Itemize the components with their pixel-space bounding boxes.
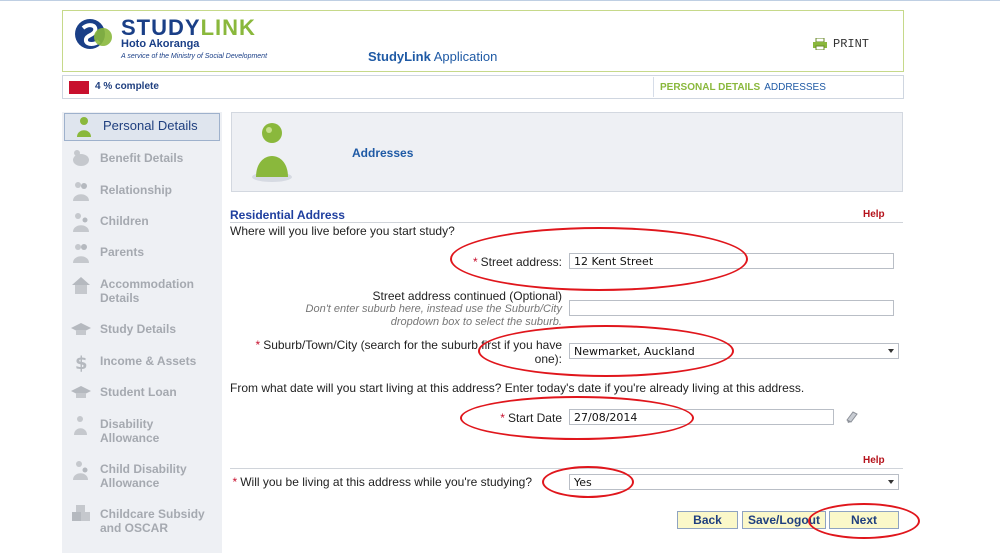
sidebar-item-label: Accommodation Details bbox=[100, 277, 195, 305]
print-label: PRINT bbox=[833, 37, 870, 51]
piggy-bank-icon bbox=[73, 150, 89, 166]
site-header: STUDYLINK Hoto Akoranga A service of the… bbox=[62, 10, 904, 72]
parents-icon bbox=[73, 244, 89, 263]
back-button[interactable]: Back bbox=[677, 511, 738, 529]
living-select-value: Yes bbox=[574, 476, 592, 489]
sidebar-item-parents[interactable]: Parents bbox=[62, 242, 222, 264]
street-address-continued-label: Street address continued (Optional) bbox=[372, 289, 562, 303]
calendar-icon[interactable] bbox=[845, 410, 859, 424]
save-logout-button[interactable]: Save/Logout bbox=[742, 511, 826, 529]
couple-icon bbox=[73, 182, 89, 201]
breadcrumb-current: PERSONAL DETAILS bbox=[660, 82, 761, 93]
dollar-icon: $ bbox=[75, 353, 88, 373]
printer-icon bbox=[813, 38, 827, 50]
date-question: From what date will you start living at … bbox=[230, 381, 805, 395]
sidebar-item-benefit-details[interactable]: Benefit Details bbox=[62, 148, 222, 170]
sidebar-item-label: Children bbox=[100, 214, 149, 228]
sidebar-item-relationship[interactable]: Relationship bbox=[62, 180, 222, 202]
svg-text:$: $ bbox=[75, 353, 88, 373]
help-link[interactable]: Help bbox=[863, 209, 885, 220]
progress-text: 4 % complete bbox=[95, 81, 159, 92]
breadcrumb-next[interactable]: ADDRESSES bbox=[764, 82, 826, 93]
sidebar-item-child-disability-allowance[interactable]: Child Disability Allowance bbox=[62, 459, 222, 490]
blocks-icon bbox=[72, 505, 90, 521]
sidebar-item-student-loan[interactable]: Student Loan bbox=[62, 382, 222, 404]
person-icon bbox=[77, 117, 91, 137]
graduation-cap-icon bbox=[71, 386, 91, 398]
sidebar-item-label: Study Details bbox=[100, 322, 177, 336]
suburb-select-value: Newmarket, Auckland bbox=[574, 345, 695, 358]
section-header-panel: Addresses bbox=[231, 112, 903, 192]
street-address-continued-hint: Don't enter suburb here, instead use the… bbox=[305, 303, 562, 328]
print-button[interactable]: PRINT bbox=[813, 37, 869, 51]
start-date-label: * Start Date bbox=[500, 411, 562, 425]
street-address-input[interactable]: 12 Kent Street bbox=[569, 253, 894, 269]
sidebar-item-disability-allowance[interactable]: Disability Allowance bbox=[62, 414, 222, 445]
start-date-input[interactable]: 27/08/2014 bbox=[569, 409, 834, 425]
sidebar-item-childcare-subsidy[interactable]: Childcare Subsidy and OSCAR bbox=[62, 504, 222, 535]
progress-fill bbox=[69, 81, 89, 94]
house-icon bbox=[72, 277, 90, 294]
sidebar-item-label: Benefit Details bbox=[100, 151, 184, 165]
sidebar-item-income-assets[interactable]: $ Income & Assets bbox=[62, 351, 222, 373]
sidebar-item-label: Disability Allowance bbox=[100, 417, 160, 445]
top-border bbox=[0, 0, 1000, 1]
chevron-down-icon bbox=[888, 480, 894, 484]
progress-bar: 4 % complete PERSONAL DETAILS ADDRESSES bbox=[62, 75, 904, 99]
living-select[interactable]: Yes bbox=[569, 474, 899, 490]
section-divider bbox=[230, 222, 903, 223]
sidebar-item-label: Personal Details bbox=[103, 118, 198, 133]
brand-tagline: A service of the Ministry of Social Deve… bbox=[121, 53, 268, 60]
sidebar-item-label: Parents bbox=[100, 245, 145, 259]
person-icon bbox=[252, 123, 292, 182]
brand-subtitle: Hoto Akoranga bbox=[121, 38, 200, 50]
person-icon bbox=[74, 416, 87, 435]
section-divider bbox=[230, 468, 903, 469]
progress-divider bbox=[653, 77, 654, 97]
section-title: Residential Address bbox=[230, 208, 345, 222]
sidebar-item-children[interactable]: Children bbox=[62, 211, 222, 233]
graduation-cap-icon bbox=[71, 323, 91, 335]
app-title: StudyLink Application bbox=[368, 49, 498, 64]
sidebar-item-label: Relationship bbox=[100, 183, 173, 197]
breadcrumb: PERSONAL DETAILS ADDRESSES bbox=[660, 82, 826, 93]
sidebar-item-label: Student Loan bbox=[100, 385, 177, 399]
suburb-label: * Suburb/Town/City (search for the suburb… bbox=[255, 338, 562, 366]
sidebar-item-accommodation-details[interactable]: Accommodation Details bbox=[62, 274, 222, 305]
sidebar-item-study-details[interactable]: Study Details bbox=[62, 319, 222, 341]
children-icon bbox=[73, 213, 89, 232]
sidebar: Personal Details Benefit Details Relatio… bbox=[62, 112, 222, 553]
studylink-logo-icon bbox=[75, 19, 112, 49]
chevron-down-icon bbox=[888, 349, 894, 353]
child-icon bbox=[73, 461, 88, 480]
street-address-label: * Street address: bbox=[472, 255, 562, 269]
living-question-label: * Will you be living at this address whil… bbox=[232, 475, 532, 489]
sidebar-item-label: Income & Assets bbox=[100, 354, 197, 368]
street-address-continued-input[interactable] bbox=[569, 300, 894, 316]
page-title: Addresses bbox=[352, 146, 414, 160]
sidebar-item-label: Childcare Subsidy and OSCAR bbox=[100, 507, 205, 535]
intro-question: Where will you live before you start stu… bbox=[230, 224, 455, 238]
suburb-select[interactable]: Newmarket, Auckland bbox=[569, 343, 899, 359]
sidebar-item-label: Child Disability Allowance bbox=[100, 462, 187, 490]
help-link-living[interactable]: Help bbox=[863, 455, 885, 466]
next-button[interactable]: Next bbox=[829, 511, 899, 529]
sidebar-item-personal-details[interactable]: Personal Details bbox=[64, 113, 220, 141]
